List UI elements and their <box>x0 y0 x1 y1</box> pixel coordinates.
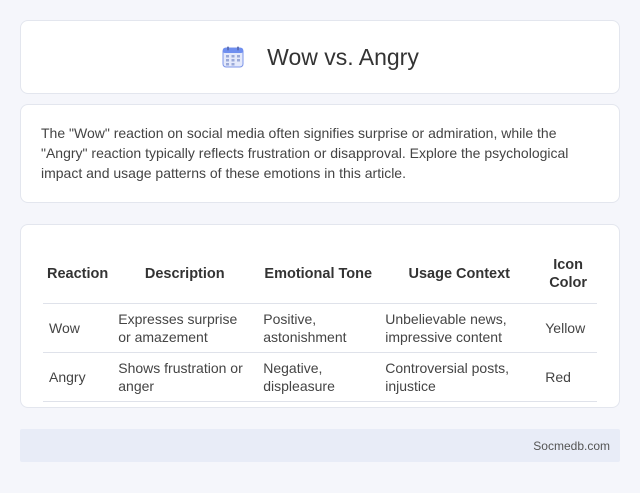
table-row: Angry Shows frustration or anger Negativ… <box>43 352 597 402</box>
cell-icon-color: Yellow <box>539 303 597 353</box>
cell-description: Expresses surprise or amazement <box>112 303 258 353</box>
header-usage-context: Usage Context <box>379 245 540 304</box>
cell-reaction: Angry <box>43 352 113 402</box>
calendar-icon <box>221 45 245 69</box>
cell-emotional-tone: Negative, displeasure <box>257 352 380 402</box>
header-description: Description <box>112 245 258 304</box>
cell-reaction: Wow <box>43 303 113 353</box>
cell-description: Shows frustration or anger <box>112 352 258 402</box>
cell-usage-context: Unbelievable news, impressive content <box>379 303 540 353</box>
footer: Socmedb.com <box>20 429 620 462</box>
table-header-row: Reaction Description Emotional Tone Usag… <box>43 245 597 304</box>
page-title: Wow vs. Angry <box>267 43 419 70</box>
header-reaction: Reaction <box>43 245 113 304</box>
comparison-table: Reaction Description Emotional Tone Usag… <box>43 245 597 402</box>
cell-emotional-tone: Positive, astonishment <box>257 303 380 353</box>
header-icon-color: Icon Color <box>539 245 597 304</box>
footer-brand[interactable]: Socmedb.com <box>533 439 610 453</box>
table-card: Reaction Description Emotional Tone Usag… <box>20 224 620 408</box>
cell-icon-color: Red <box>539 352 597 402</box>
title-card: Wow vs. Angry <box>20 20 620 94</box>
intro-card: The "Wow" reaction on social media often… <box>20 104 620 203</box>
table-row: Wow Expresses surprise or amazement Posi… <box>43 303 597 353</box>
intro-text: The "Wow" reaction on social media often… <box>41 125 569 181</box>
header-emotional-tone: Emotional Tone <box>257 245 380 304</box>
cell-usage-context: Controversial posts, injustice <box>379 352 540 402</box>
